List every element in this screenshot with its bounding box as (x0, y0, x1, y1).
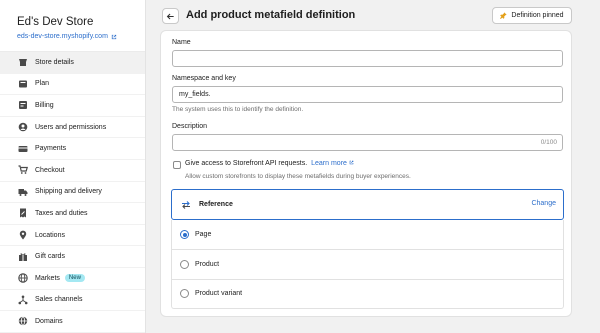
radio-page[interactable] (180, 230, 189, 240)
sidebar-item-label: Markets (35, 274, 60, 282)
sidebar-item-sales-channels[interactable]: Sales channels (0, 290, 145, 312)
external-link-icon (111, 34, 117, 39)
description-input[interactable]: 0/100 (172, 134, 563, 151)
sidebar-item-label: Locations (35, 231, 65, 239)
sidebar-item-label: Plan (35, 80, 50, 88)
reference-options-list: Page Product Product variant (171, 220, 564, 309)
definition-form-card: Name Namespace and key my_fields. The sy… (160, 30, 572, 317)
sidebar-item-locations[interactable]: Locations (0, 225, 145, 247)
learn-more-link[interactable]: Learn more (311, 160, 354, 167)
cart-icon (18, 165, 28, 175)
name-label: Name (172, 39, 191, 46)
external-link-icon (349, 160, 354, 165)
store-name: Ed's Dev Store (17, 16, 94, 28)
store-url-link[interactable]: eds-dev-store.myshopify.com (17, 33, 145, 40)
sidebar-item-taxes[interactable]: Taxes and duties (0, 203, 145, 225)
option-product[interactable]: Product (172, 249, 563, 278)
gift-icon (18, 252, 28, 262)
pin-button-label: Definition pinned (511, 12, 564, 19)
sidebar-item-label: Shipping and delivery (35, 188, 102, 196)
domain-icon (18, 316, 28, 327)
location-icon (18, 230, 28, 240)
sidebar-item-payments[interactable]: Payments (0, 138, 145, 160)
namespace-help-text: The system uses this to identify the def… (172, 106, 304, 113)
sidebar-item-plan[interactable]: Plan (0, 74, 145, 96)
plan-icon (18, 79, 28, 89)
name-input[interactable] (172, 50, 563, 67)
new-badge: New (64, 274, 85, 283)
type-selector-reference[interactable]: Reference Change (171, 189, 564, 220)
sidebar-item-label: Payments (35, 145, 67, 153)
sidebar-item-billing[interactable]: Billing (0, 95, 145, 117)
main-content: Add product metafield definition Definit… (146, 0, 600, 333)
channels-icon (18, 295, 28, 305)
sidebar-item-label: Sales channels (35, 296, 83, 304)
globe-icon (18, 273, 28, 283)
settings-sidebar: Ed's Dev Store eds-dev-store.myshopify.c… (0, 0, 146, 333)
store-icon (18, 57, 28, 67)
arrow-left-icon (166, 13, 174, 19)
option-label: Page (195, 231, 212, 239)
sidebar-item-label: Gift cards (35, 253, 65, 261)
sidebar-item-label: Users and permissions (35, 123, 107, 131)
sidebar-item-label: Store details (35, 58, 74, 66)
description-label: Description (172, 123, 208, 130)
radio-product[interactable] (180, 259, 189, 269)
radio-product-variant[interactable] (180, 289, 189, 299)
pin-definition-button[interactable]: Definition pinned (492, 7, 572, 24)
storefront-access-text: Give access to Storefront API requests. (185, 160, 308, 167)
option-label: Product (195, 260, 220, 268)
page-title: Add product metafield definition (186, 9, 356, 21)
receipt-icon (18, 208, 28, 218)
reference-type-label: Reference (199, 201, 233, 208)
learn-more-text[interactable]: Learn more (311, 160, 347, 167)
namespace-key-input[interactable]: my_fields. (172, 86, 563, 103)
storefront-help-text: Allow custom storefronts to display thes… (185, 173, 411, 180)
store-url-text[interactable]: eds-dev-store.myshopify.com (17, 33, 108, 40)
swap-arrows-icon (182, 200, 190, 209)
sidebar-item-shipping[interactable]: Shipping and delivery (0, 182, 145, 204)
option-label: Product variant (195, 290, 243, 298)
sidebar-item-checkout[interactable]: Checkout (0, 160, 145, 182)
option-product-variant[interactable]: Product variant (172, 278, 563, 308)
storefront-access-label: Give access to Storefront API requests. … (185, 160, 354, 167)
billing-icon (18, 100, 28, 110)
option-page[interactable]: Page (172, 220, 563, 249)
storefront-access-checkbox[interactable] (173, 161, 181, 169)
change-type-link[interactable]: Change (531, 200, 556, 207)
payments-icon (18, 144, 28, 154)
sidebar-item-markets[interactable]: Markets New (0, 268, 145, 290)
sidebar-item-label: Billing (35, 101, 54, 109)
sidebar-item-label: Checkout (35, 166, 65, 174)
back-button[interactable] (162, 8, 179, 24)
sidebar-item-label: Domains (35, 317, 63, 325)
pin-icon (500, 12, 508, 19)
sidebar-item-users[interactable]: Users and permissions (0, 117, 145, 139)
namespace-label: Namespace and key (172, 75, 236, 82)
sidebar-item-gift-cards[interactable]: Gift cards (0, 246, 145, 268)
radio-selected-dot (182, 232, 187, 237)
truck-icon (18, 187, 28, 197)
sidebar-item-store-details[interactable]: Store details (0, 52, 145, 74)
sidebar-item-label: Taxes and duties (35, 209, 88, 217)
store-header: Ed's Dev Store eds-dev-store.myshopify.c… (0, 0, 145, 52)
sidebar-item-domains[interactable]: Domains (0, 311, 145, 333)
user-icon (18, 122, 28, 132)
character-counter: 0/100 (540, 139, 557, 146)
